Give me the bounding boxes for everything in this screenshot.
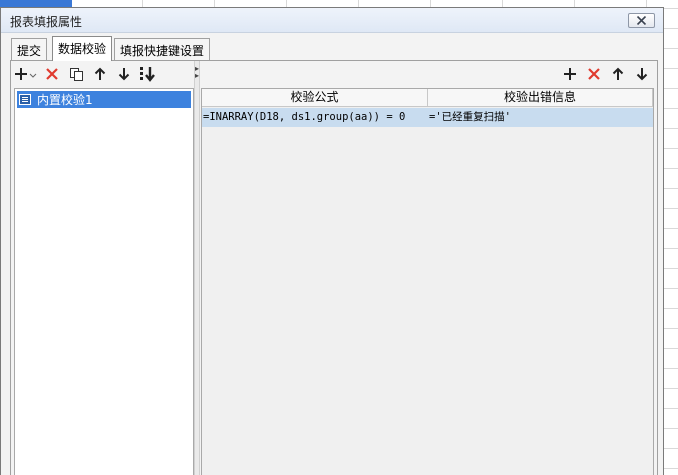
move-down-icon <box>118 68 130 81</box>
delete-icon <box>588 68 600 80</box>
data-validation-panel: 内置校验1 ▸ ▸ 校验公式 校验出错信息 =INARRAY(D18, ds1.… <box>10 60 658 475</box>
report-fill-properties-dialog: 报表填报属性 提交 数据校验 填报快捷键设置 内置校验1 ▸ ▸ 校验公式 校验… <box>0 7 664 475</box>
validation-rules-table: 校验公式 校验出错信息 =INARRAY(D18, ds1.group(aa))… <box>201 88 654 475</box>
tab-data-validation[interactable]: 数据校验 <box>52 36 113 61</box>
dialog-titlebar: 报表填报属性 <box>1 8 663 33</box>
close-icon <box>636 16 647 25</box>
tree-item-label: 内置校验1 <box>37 93 93 107</box>
tree-item-builtin-validation-1[interactable]: 内置校验1 <box>17 91 191 108</box>
copy-button[interactable] <box>64 63 88 85</box>
error-message-cell[interactable]: ='已经重复扫描' <box>428 108 653 127</box>
move-rule-up-button[interactable] <box>606 63 630 85</box>
move-down-button[interactable] <box>112 63 136 85</box>
tab-label: 填报快捷键设置 <box>120 44 205 58</box>
table-header: 校验公式 校验出错信息 <box>202 89 653 107</box>
tab-label: 数据校验 <box>58 42 107 56</box>
right-toolbar <box>558 63 654 85</box>
move-up-icon <box>612 67 624 80</box>
add-dropdown-icon <box>15 68 37 80</box>
left-toolbar <box>12 61 194 87</box>
add-rule-button[interactable] <box>558 63 582 85</box>
move-to-bottom-button[interactable] <box>136 63 160 85</box>
move-rule-down-button[interactable] <box>630 63 654 85</box>
move-up-button[interactable] <box>88 63 112 85</box>
tab-submit[interactable]: 提交 <box>11 38 48 60</box>
close-button[interactable] <box>628 13 655 28</box>
column-header-error-message[interactable]: 校验出错信息 <box>428 89 653 107</box>
list-icon <box>19 94 31 105</box>
validation-tree: 内置校验1 <box>14 88 194 475</box>
move-up-icon <box>94 67 106 80</box>
delete-rule-button[interactable] <box>582 63 606 85</box>
formula-cell[interactable]: =INARRAY(D18, ds1.group(aa)) = 0 <box>202 108 428 127</box>
tab-label: 提交 <box>17 44 42 58</box>
column-header-formula[interactable]: 校验公式 <box>202 89 428 107</box>
delete-icon <box>46 68 58 80</box>
move-down-icon <box>636 68 648 81</box>
tab-fill-shortcut-settings[interactable]: 填报快捷键设置 <box>114 38 211 60</box>
delete-button[interactable] <box>40 63 64 85</box>
collapse-arrow-icon: ▸ ▸ <box>195 64 200 80</box>
validation-detail-pane: 校验公式 校验出错信息 =INARRAY(D18, ds1.group(aa))… <box>200 61 658 475</box>
dialog-title: 报表填报属性 <box>10 15 83 29</box>
table-row[interactable]: =INARRAY(D18, ds1.group(aa)) = 0 ='已经重复扫… <box>202 108 653 127</box>
copy-icon <box>69 67 83 81</box>
add-icon <box>564 68 576 80</box>
move-to-bottom-icon <box>140 67 155 82</box>
validation-list-pane: 内置校验1 <box>12 61 194 475</box>
add-button[interactable] <box>12 63 40 85</box>
